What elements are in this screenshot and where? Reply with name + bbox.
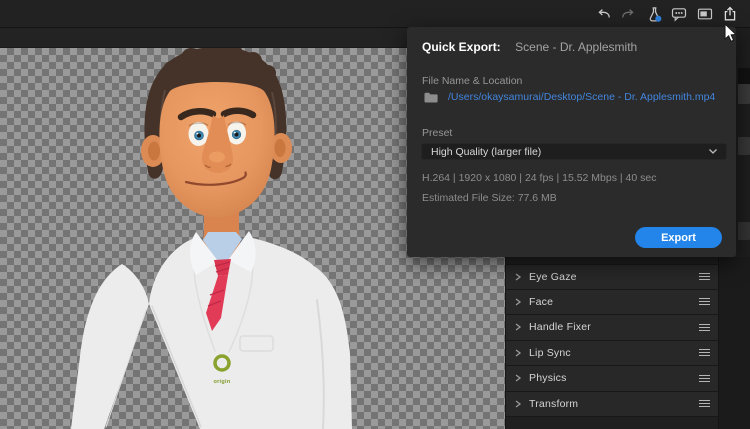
file-location-label: File Name & Location bbox=[422, 75, 523, 87]
quick-export-title: Quick Export: bbox=[422, 40, 501, 54]
quick-export-panel: Quick Export: Scene - Dr. Applesmith Fil… bbox=[407, 27, 736, 257]
coat-logo-text: origin bbox=[213, 379, 230, 385]
feedback-bubble-icon[interactable] bbox=[671, 6, 687, 22]
quick-export-header: Quick Export: Scene - Dr. Applesmith bbox=[422, 38, 637, 56]
chevron-right-icon[interactable] bbox=[514, 323, 522, 331]
file-path-row: /Users/okaysamurai/Desktop/Scene - Dr. A… bbox=[424, 91, 715, 103]
behavior-row-handle-fixer[interactable]: Handle Fixer bbox=[506, 315, 719, 341]
preset-dropdown[interactable]: High Quality (larger file) bbox=[421, 143, 727, 160]
behavior-label: Lip Sync bbox=[529, 346, 571, 359]
behavior-label: Transform bbox=[529, 397, 579, 410]
chevron-right-icon[interactable] bbox=[514, 349, 522, 357]
top-toolbar bbox=[0, 0, 750, 28]
undo-icon[interactable] bbox=[596, 6, 612, 22]
quick-export-scene-name: Scene - Dr. Applesmith bbox=[515, 40, 638, 54]
menu-hamburger-icon[interactable] bbox=[699, 374, 710, 382]
panel-gutter bbox=[718, 257, 750, 429]
menu-hamburger-icon[interactable] bbox=[699, 323, 710, 331]
file-path-link[interactable]: /Users/okaysamurai/Desktop/Scene - Dr. A… bbox=[448, 91, 715, 103]
chevron-right-icon[interactable] bbox=[514, 374, 522, 382]
redo-icon[interactable] bbox=[620, 6, 636, 22]
chevron-right-icon[interactable] bbox=[514, 298, 522, 306]
behavior-row-eye-gaze[interactable]: Eye Gaze bbox=[506, 264, 719, 290]
behavior-label: Handle Fixer bbox=[529, 321, 591, 334]
chevron-down-icon bbox=[709, 149, 717, 154]
preset-label: Preset bbox=[422, 127, 453, 139]
panel-edge-fragment bbox=[738, 68, 750, 84]
behavior-label: Eye Gaze bbox=[529, 270, 577, 283]
menu-hamburger-icon[interactable] bbox=[699, 273, 710, 281]
behavior-row-transform[interactable]: Transform bbox=[506, 391, 719, 417]
behavior-label: Physics bbox=[529, 372, 567, 385]
panel-scroll-track bbox=[737, 28, 750, 257]
beta-flask-icon[interactable] bbox=[646, 6, 662, 22]
picture-in-picture-icon[interactable] bbox=[697, 6, 713, 22]
behavior-label: Face bbox=[529, 295, 554, 308]
folder-icon[interactable] bbox=[424, 92, 438, 103]
menu-hamburger-icon[interactable] bbox=[699, 298, 710, 306]
scrollbar-thumb[interactable] bbox=[738, 222, 750, 240]
preset-value: High Quality (larger file) bbox=[431, 145, 542, 158]
estimated-file-size: Estimated File Size: 77.6 MB bbox=[422, 192, 557, 204]
behavior-row-face[interactable]: Face bbox=[506, 289, 719, 315]
chevron-right-icon[interactable] bbox=[514, 273, 522, 281]
menu-hamburger-icon[interactable] bbox=[699, 400, 710, 408]
scrollbar-thumb[interactable] bbox=[738, 137, 750, 155]
behavior-row-physics[interactable]: Physics bbox=[506, 366, 719, 392]
chevron-right-icon[interactable] bbox=[514, 400, 522, 408]
menu-hamburger-icon[interactable] bbox=[699, 349, 710, 357]
scrollbar-thumb[interactable] bbox=[738, 84, 750, 104]
behavior-row-lip-sync[interactable]: Lip Sync bbox=[506, 340, 719, 366]
share-export-icon[interactable] bbox=[722, 6, 738, 22]
export-button[interactable]: Export bbox=[635, 227, 722, 248]
format-info: H.264 | 1920 x 1080 | 24 fps | 15.52 Mbp… bbox=[422, 172, 657, 184]
behaviors-list: Eye Gaze Face Handle Fixer Lip Sync Phys… bbox=[506, 264, 719, 417]
